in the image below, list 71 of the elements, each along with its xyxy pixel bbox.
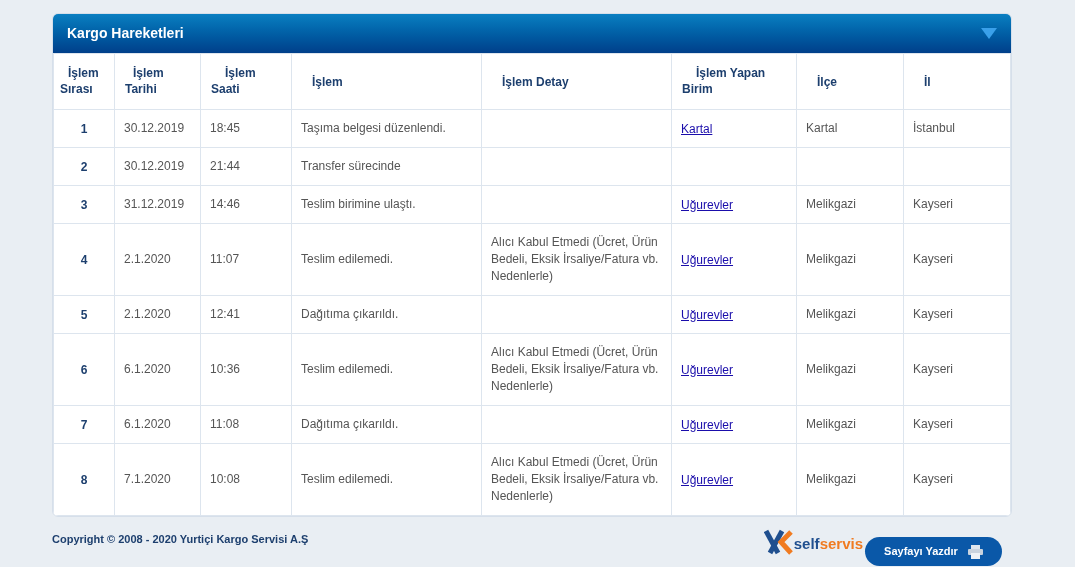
unit-link[interactable]: Kartal: [681, 121, 713, 136]
city-cell-text: Kayseri: [913, 196, 954, 213]
action-cell-text: Teslim edilemedi.: [301, 471, 395, 488]
time-cell-text: 11:08: [210, 416, 241, 433]
column-header: İşlem Saati: [211, 65, 256, 97]
city-cell-text: İstanbul: [913, 120, 957, 137]
column-header: İşlem: [311, 73, 343, 90]
copyright-text: Copyright © 2008 - 2020 Yurtiçi Kargo Servisi A.Ş: [52, 532, 309, 547]
date-cell-text: 2.1.2020: [124, 306, 172, 323]
row-number: 2: [80, 159, 88, 174]
time-cell-text: 14:46: [210, 196, 242, 213]
district-cell-text: Kartal: [806, 120, 839, 137]
unit-link[interactable]: Uğurevler: [681, 197, 734, 212]
city-cell-text: Kayseri: [913, 251, 954, 268]
row-number: 5: [80, 307, 88, 322]
time-cell-text: 11:07: [210, 251, 241, 268]
action-cell-text: Dağıtıma çıkarıldı.: [301, 416, 400, 433]
time-cell-text: 12:41: [210, 306, 242, 323]
date-cell-text: 30.12.2019: [124, 120, 186, 137]
unit-link[interactable]: Uğurevler: [681, 472, 734, 487]
row-number: 6: [80, 362, 88, 377]
city-cell-text: Kayseri: [913, 416, 954, 433]
detail-cell-text: Alıcı Kabul Etmedi (Ücret, Ürün Bedeli, Eksik İrsaliye/Fatura vb. Nedenlerle): [491, 454, 660, 505]
date-cell-text: 6.1.2020: [124, 416, 172, 433]
row-number: 8: [80, 472, 88, 487]
unit-link[interactable]: Uğurevler: [681, 362, 734, 377]
city-cell-text: Kayseri: [913, 471, 954, 488]
district-cell-text: Melikgazi: [806, 416, 857, 433]
logo-icon: [763, 529, 794, 555]
date-cell-text: 6.1.2020: [124, 361, 172, 378]
date-cell-text: 30.12.2019: [124, 158, 186, 175]
action-cell-text: Teslim edilemedi.: [301, 251, 395, 268]
action-cell-text: Teslim birimine ulaştı.: [301, 196, 417, 213]
row-number: 7: [80, 417, 88, 432]
column-header: İşlem Sırası: [60, 65, 99, 97]
collapse-icon[interactable]: [981, 28, 997, 39]
city-cell-text: Kayseri: [913, 361, 954, 378]
logo-text: selfservis: [793, 534, 863, 554]
unit-link[interactable]: Uğurevler: [681, 307, 734, 322]
time-cell-text: 10:08: [210, 471, 242, 488]
detail-cell-text: Alıcı Kabul Etmedi (Ücret, Ürün Bedeli, Eksik İrsaliye/Fatura vb. Nedenlerle): [491, 344, 660, 395]
row-number: 4: [80, 252, 88, 267]
panel-title: Kargo Hareketleri: [67, 24, 184, 43]
action-cell-text: Taşıma belgesi düzenlendi.: [301, 120, 447, 137]
unit-link[interactable]: Uğurevler: [681, 252, 734, 267]
date-cell-text: 2.1.2020: [124, 251, 172, 268]
row-number: 3: [80, 197, 88, 212]
district-cell-text: Melikgazi: [806, 251, 857, 268]
row-number: 1: [80, 121, 88, 136]
action-cell-text: Teslim edilemedi.: [301, 361, 395, 378]
detail-cell-text: Alıcı Kabul Etmedi (Ücret, Ürün Bedeli, Eksik İrsaliye/Fatura vb. Nedenlerle): [491, 234, 660, 285]
district-cell-text: Melikgazi: [806, 361, 857, 378]
column-header: İlçe: [816, 73, 837, 90]
district-cell-text: Melikgazi: [806, 471, 857, 488]
print-button[interactable]: Sayfayı Yazdır: [865, 537, 1002, 566]
district-cell-text: Melikgazi: [806, 306, 857, 323]
action-cell-text: Transfer sürecinde: [301, 158, 402, 175]
date-cell-text: 7.1.2020: [124, 471, 172, 488]
column-header: İşlem Yapan Birim: [682, 65, 766, 97]
column-header: İşlem Detay: [501, 73, 569, 90]
time-cell-text: 21:44: [210, 158, 242, 175]
column-header: İşlem Tarihi: [125, 65, 164, 97]
action-cell-text: Dağıtıma çıkarıldı.: [301, 306, 400, 323]
time-cell-text: 18:45: [210, 120, 242, 137]
column-header: İl: [923, 73, 931, 90]
city-cell-text: Kayseri: [913, 306, 954, 323]
district-cell-text: Melikgazi: [806, 196, 857, 213]
unit-link[interactable]: Uğurevler: [681, 417, 734, 432]
printer-icon: [967, 544, 983, 559]
time-cell-text: 10:36: [210, 361, 242, 378]
date-cell-text: 31.12.2019: [124, 196, 186, 213]
